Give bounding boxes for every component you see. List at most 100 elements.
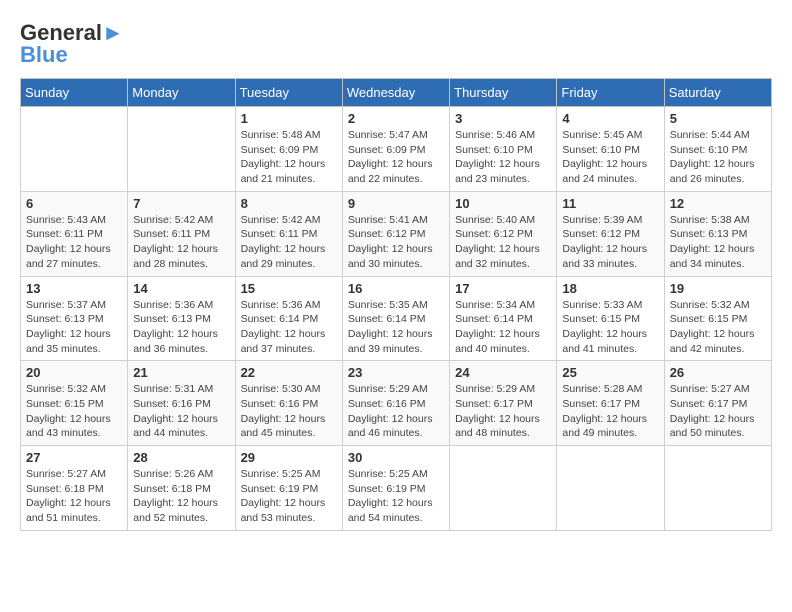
day-info: Sunrise: 5:47 AM Sunset: 6:09 PM Dayligh… xyxy=(348,128,444,187)
calendar-cell: 1 Sunrise: 5:48 AM Sunset: 6:09 PM Daylig… xyxy=(235,107,342,192)
weekday-header-tuesday: Tuesday xyxy=(235,79,342,107)
calendar-cell: 30 Sunrise: 5:25 AM Sunset: 6:19 PM Dayli… xyxy=(342,446,449,531)
calendar-cell: 9 Sunrise: 5:41 AM Sunset: 6:12 PM Daylig… xyxy=(342,191,449,276)
day-info: Sunrise: 5:33 AM Sunset: 6:15 PM Dayligh… xyxy=(562,298,658,357)
weekday-header-friday: Friday xyxy=(557,79,664,107)
day-number: 19 xyxy=(670,281,766,296)
calendar-cell: 25 Sunrise: 5:28 AM Sunset: 6:17 PM Dayli… xyxy=(557,361,664,446)
week-row-1: 1 Sunrise: 5:48 AM Sunset: 6:09 PM Daylig… xyxy=(21,107,772,192)
day-number: 2 xyxy=(348,111,444,126)
day-info: Sunrise: 5:46 AM Sunset: 6:10 PM Dayligh… xyxy=(455,128,551,187)
calendar-cell xyxy=(450,446,557,531)
calendar-cell: 13Sunrise: 5:37 AM Sunset: 6:13 PM Dayli… xyxy=(21,276,128,361)
day-info: Sunrise: 5:41 AM Sunset: 6:12 PM Dayligh… xyxy=(348,213,444,272)
day-info: Sunrise: 5:30 AM Sunset: 6:16 PM Dayligh… xyxy=(241,382,337,441)
calendar-cell: 23 Sunrise: 5:29 AM Sunset: 6:16 PM Dayli… xyxy=(342,361,449,446)
day-number: 11 xyxy=(562,196,658,211)
day-info: Sunrise: 5:25 AM Sunset: 6:19 PM Dayligh… xyxy=(348,467,444,526)
calendar-cell: 2 Sunrise: 5:47 AM Sunset: 6:09 PM Daylig… xyxy=(342,107,449,192)
day-number: 24 xyxy=(455,365,551,380)
day-info: Sunrise: 5:38 AM Sunset: 6:13 PM Dayligh… xyxy=(670,213,766,272)
day-info: Sunrise: 5:32 AM Sunset: 6:15 PM Dayligh… xyxy=(670,298,766,357)
day-number: 25 xyxy=(562,365,658,380)
calendar-cell: 24 Sunrise: 5:29 AM Sunset: 6:17 PM Dayli… xyxy=(450,361,557,446)
day-info: Sunrise: 5:37 AM Sunset: 6:13 PM Dayligh… xyxy=(26,298,122,357)
week-row-5: 27Sunrise: 5:27 AM Sunset: 6:18 PM Dayli… xyxy=(21,446,772,531)
calendar-cell: 16Sunrise: 5:35 AM Sunset: 6:14 PM Dayli… xyxy=(342,276,449,361)
weekday-header-thursday: Thursday xyxy=(450,79,557,107)
day-number: 1 xyxy=(241,111,337,126)
day-info: Sunrise: 5:27 AM Sunset: 6:17 PM Dayligh… xyxy=(670,382,766,441)
day-info: Sunrise: 5:42 AM Sunset: 6:11 PM Dayligh… xyxy=(241,213,337,272)
calendar-cell: 20Sunrise: 5:32 AM Sunset: 6:15 PM Dayli… xyxy=(21,361,128,446)
day-info: Sunrise: 5:45 AM Sunset: 6:10 PM Dayligh… xyxy=(562,128,658,187)
day-number: 21 xyxy=(133,365,229,380)
day-number: 7 xyxy=(133,196,229,211)
calendar-cell xyxy=(664,446,771,531)
day-number: 22 xyxy=(241,365,337,380)
header: General► Blue xyxy=(20,20,772,68)
day-number: 9 xyxy=(348,196,444,211)
day-info: Sunrise: 5:36 AM Sunset: 6:13 PM Dayligh… xyxy=(133,298,229,357)
day-number: 8 xyxy=(241,196,337,211)
calendar-cell: 19 Sunrise: 5:32 AM Sunset: 6:15 PM Dayli… xyxy=(664,276,771,361)
calendar-cell: 10 Sunrise: 5:40 AM Sunset: 6:12 PM Dayli… xyxy=(450,191,557,276)
day-number: 30 xyxy=(348,450,444,465)
day-info: Sunrise: 5:36 AM Sunset: 6:14 PM Dayligh… xyxy=(241,298,337,357)
logo: General► Blue xyxy=(20,20,124,68)
day-info: Sunrise: 5:48 AM Sunset: 6:09 PM Dayligh… xyxy=(241,128,337,187)
calendar-cell: 4 Sunrise: 5:45 AM Sunset: 6:10 PM Daylig… xyxy=(557,107,664,192)
calendar-cell: 6 Sunrise: 5:43 AM Sunset: 6:11 PM Daylig… xyxy=(21,191,128,276)
calendar-cell: 22 Sunrise: 5:30 AM Sunset: 6:16 PM Dayli… xyxy=(235,361,342,446)
calendar-cell: 12 Sunrise: 5:38 AM Sunset: 6:13 PM Dayli… xyxy=(664,191,771,276)
calendar-cell xyxy=(557,446,664,531)
calendar-cell: 26 Sunrise: 5:27 AM Sunset: 6:17 PM Dayli… xyxy=(664,361,771,446)
day-number: 17 xyxy=(455,281,551,296)
calendar-cell: 15Sunrise: 5:36 AM Sunset: 6:14 PM Dayli… xyxy=(235,276,342,361)
header-row: SundayMondayTuesdayWednesdayThursdayFrid… xyxy=(21,79,772,107)
day-number: 14 xyxy=(133,281,229,296)
logo-blue: Blue xyxy=(20,42,68,68)
day-info: Sunrise: 5:29 AM Sunset: 6:17 PM Dayligh… xyxy=(455,382,551,441)
calendar-cell xyxy=(21,107,128,192)
day-number: 5 xyxy=(670,111,766,126)
week-row-4: 20Sunrise: 5:32 AM Sunset: 6:15 PM Dayli… xyxy=(21,361,772,446)
calendar-table: SundayMondayTuesdayWednesdayThursdayFrid… xyxy=(20,78,772,531)
day-info: Sunrise: 5:39 AM Sunset: 6:12 PM Dayligh… xyxy=(562,213,658,272)
day-number: 3 xyxy=(455,111,551,126)
day-info: Sunrise: 5:43 AM Sunset: 6:11 PM Dayligh… xyxy=(26,213,122,272)
calendar-cell: 8 Sunrise: 5:42 AM Sunset: 6:11 PM Daylig… xyxy=(235,191,342,276)
calendar-cell: 11 Sunrise: 5:39 AM Sunset: 6:12 PM Dayli… xyxy=(557,191,664,276)
calendar-cell: 28 Sunrise: 5:26 AM Sunset: 6:18 PM Dayli… xyxy=(128,446,235,531)
day-number: 29 xyxy=(241,450,337,465)
day-number: 4 xyxy=(562,111,658,126)
calendar-cell: 18 Sunrise: 5:33 AM Sunset: 6:15 PM Dayli… xyxy=(557,276,664,361)
weekday-header-monday: Monday xyxy=(128,79,235,107)
day-info: Sunrise: 5:31 AM Sunset: 6:16 PM Dayligh… xyxy=(133,382,229,441)
calendar-cell: 5Sunrise: 5:44 AM Sunset: 6:10 PM Daylig… xyxy=(664,107,771,192)
calendar-cell: 21 Sunrise: 5:31 AM Sunset: 6:16 PM Dayli… xyxy=(128,361,235,446)
week-row-2: 6 Sunrise: 5:43 AM Sunset: 6:11 PM Daylig… xyxy=(21,191,772,276)
day-number: 26 xyxy=(670,365,766,380)
weekday-header-wednesday: Wednesday xyxy=(342,79,449,107)
calendar-cell xyxy=(128,107,235,192)
day-number: 10 xyxy=(455,196,551,211)
day-info: Sunrise: 5:26 AM Sunset: 6:18 PM Dayligh… xyxy=(133,467,229,526)
day-info: Sunrise: 5:29 AM Sunset: 6:16 PM Dayligh… xyxy=(348,382,444,441)
day-info: Sunrise: 5:34 AM Sunset: 6:14 PM Dayligh… xyxy=(455,298,551,357)
day-number: 23 xyxy=(348,365,444,380)
day-number: 6 xyxy=(26,196,122,211)
day-info: Sunrise: 5:42 AM Sunset: 6:11 PM Dayligh… xyxy=(133,213,229,272)
day-number: 16 xyxy=(348,281,444,296)
calendar-cell: 7 Sunrise: 5:42 AM Sunset: 6:11 PM Daylig… xyxy=(128,191,235,276)
day-info: Sunrise: 5:28 AM Sunset: 6:17 PM Dayligh… xyxy=(562,382,658,441)
day-number: 18 xyxy=(562,281,658,296)
calendar-cell: 29Sunrise: 5:25 AM Sunset: 6:19 PM Dayli… xyxy=(235,446,342,531)
calendar-cell: 17 Sunrise: 5:34 AM Sunset: 6:14 PM Dayli… xyxy=(450,276,557,361)
weekday-header-sunday: Sunday xyxy=(21,79,128,107)
weekday-header-saturday: Saturday xyxy=(664,79,771,107)
day-number: 12 xyxy=(670,196,766,211)
day-number: 28 xyxy=(133,450,229,465)
calendar-cell: 27Sunrise: 5:27 AM Sunset: 6:18 PM Dayli… xyxy=(21,446,128,531)
day-info: Sunrise: 5:40 AM Sunset: 6:12 PM Dayligh… xyxy=(455,213,551,272)
